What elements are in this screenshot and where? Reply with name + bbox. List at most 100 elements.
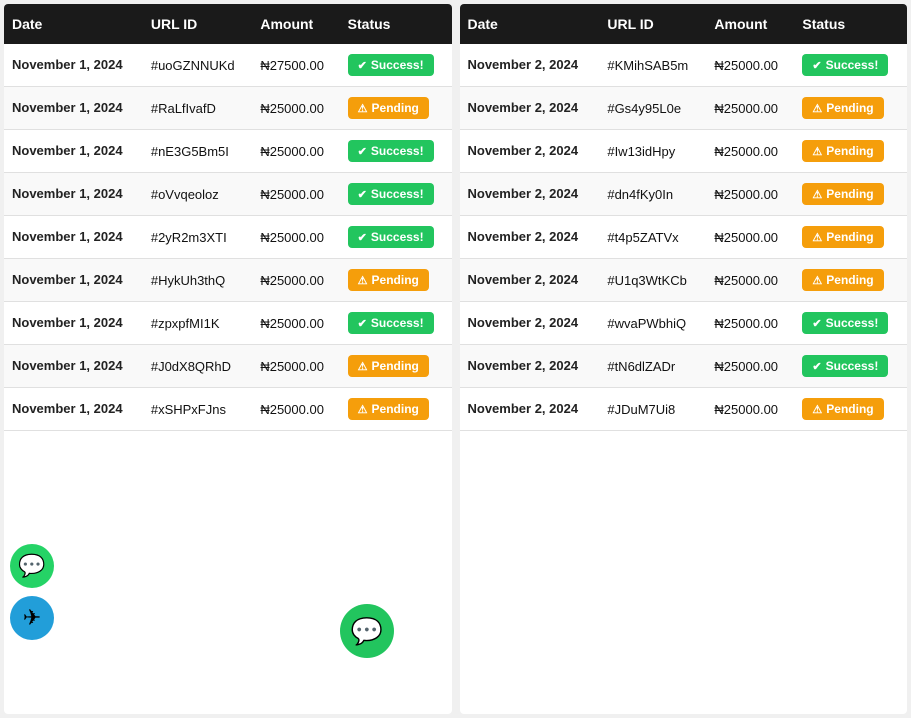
status-icon: ⚠: [358, 102, 368, 115]
date-cell: November 1, 2024: [4, 44, 143, 87]
status-icon: ⚠: [358, 274, 368, 287]
url-cell: #KMihSAB5m: [599, 44, 706, 87]
chat-icon: 💬: [351, 616, 383, 647]
status-badge: ✔ Success!: [802, 54, 888, 76]
left-header-date: Date: [4, 4, 143, 44]
status-badge: ⚠ Pending: [802, 97, 883, 119]
right-header-status: Status: [794, 4, 907, 44]
date-cell: November 1, 2024: [4, 173, 143, 216]
status-badge: ⚠ Pending: [348, 398, 429, 420]
table-row: November 1, 2024 #2yR2m3XTI ₦25000.00 ✔ …: [4, 216, 452, 259]
url-cell: #U1q3WtKCb: [599, 259, 706, 302]
amount-cell: ₦25000.00: [252, 302, 339, 345]
url-cell: #tN6dlZADr: [599, 345, 706, 388]
url-cell: #xSHPxFJns: [143, 388, 252, 431]
status-icon: ✔: [358, 317, 367, 330]
date-cell: November 2, 2024: [460, 44, 600, 87]
status-icon: ⚠: [812, 274, 822, 287]
table-row: November 2, 2024 #JDuM7Ui8 ₦25000.00 ⚠ P…: [460, 388, 908, 431]
date-cell: November 1, 2024: [4, 388, 143, 431]
status-cell: ⚠ Pending: [340, 345, 452, 388]
status-icon: ⚠: [812, 102, 822, 115]
status-icon: ⚠: [812, 231, 822, 244]
table-row: November 1, 2024 #zpxpfMI1K ₦25000.00 ✔ …: [4, 302, 452, 345]
left-header-status: Status: [340, 4, 452, 44]
status-badge: ✔ Success!: [348, 226, 434, 248]
status-icon: ✔: [812, 360, 821, 373]
status-icon: ⚠: [812, 188, 822, 201]
status-icon: ⚠: [812, 403, 822, 416]
date-cell: November 1, 2024: [4, 87, 143, 130]
table-row: November 1, 2024 #uoGZNNUKd ₦27500.00 ✔ …: [4, 44, 452, 87]
status-badge: ⚠ Pending: [348, 97, 429, 119]
table-row: November 1, 2024 #nE3G5Bm5I ₦25000.00 ✔ …: [4, 130, 452, 173]
amount-cell: ₦25000.00: [252, 259, 339, 302]
status-cell: ⚠ Pending: [794, 216, 907, 259]
right-header-urlid: URL ID: [599, 4, 706, 44]
whatsapp-icon: 💬: [18, 553, 45, 579]
url-cell: #2yR2m3XTI: [143, 216, 252, 259]
table-row: November 2, 2024 #dn4fKy0In ₦25000.00 ⚠ …: [460, 173, 908, 216]
status-cell: ⚠ Pending: [794, 130, 907, 173]
status-cell: ⚠ Pending: [794, 388, 907, 431]
chat-button[interactable]: 💬: [340, 604, 394, 658]
status-cell: ✔ Success!: [794, 302, 907, 345]
table-row: November 1, 2024 #HykUh3thQ ₦25000.00 ⚠ …: [4, 259, 452, 302]
url-cell: #t4p5ZATVx: [599, 216, 706, 259]
date-cell: November 1, 2024: [4, 130, 143, 173]
status-badge: ⚠ Pending: [348, 355, 429, 377]
table-row: November 2, 2024 #Iw13idHpy ₦25000.00 ⚠ …: [460, 130, 908, 173]
url-cell: #HykUh3thQ: [143, 259, 252, 302]
date-cell: November 2, 2024: [460, 87, 600, 130]
amount-cell: ₦25000.00: [706, 44, 794, 87]
status-icon: ⚠: [358, 360, 368, 373]
status-cell: ⚠ Pending: [340, 259, 452, 302]
amount-cell: ₦25000.00: [706, 173, 794, 216]
status-badge: ⚠ Pending: [802, 269, 883, 291]
date-cell: November 2, 2024: [460, 173, 600, 216]
status-icon: ✔: [358, 145, 367, 158]
status-icon: ✔: [358, 59, 367, 72]
amount-cell: ₦25000.00: [252, 345, 339, 388]
status-cell: ⚠ Pending: [794, 173, 907, 216]
left-table-container: Date URL ID Amount Status November 1, 20…: [4, 4, 452, 714]
url-cell: #Gs4y95L0e: [599, 87, 706, 130]
status-cell: ⚠ Pending: [340, 87, 452, 130]
status-cell: ✔ Success!: [794, 345, 907, 388]
table-row: November 2, 2024 #tN6dlZADr ₦25000.00 ✔ …: [460, 345, 908, 388]
date-cell: November 2, 2024: [460, 259, 600, 302]
date-cell: November 2, 2024: [460, 302, 600, 345]
amount-cell: ₦25000.00: [706, 388, 794, 431]
status-cell: ✔ Success!: [340, 216, 452, 259]
table-row: November 2, 2024 #wvaPWbhiQ ₦25000.00 ✔ …: [460, 302, 908, 345]
url-cell: #dn4fKy0In: [599, 173, 706, 216]
date-cell: November 1, 2024: [4, 259, 143, 302]
status-badge: ⚠ Pending: [802, 398, 883, 420]
status-badge: ⚠ Pending: [802, 140, 883, 162]
status-badge: ✔ Success!: [348, 312, 434, 334]
date-cell: November 1, 2024: [4, 345, 143, 388]
status-badge: ✔ Success!: [802, 312, 888, 334]
amount-cell: ₦25000.00: [252, 87, 339, 130]
status-badge: ⚠ Pending: [348, 269, 429, 291]
status-badge: ⚠ Pending: [802, 183, 883, 205]
url-cell: #wvaPWbhiQ: [599, 302, 706, 345]
status-cell: ✔ Success!: [794, 44, 907, 87]
amount-cell: ₦25000.00: [252, 216, 339, 259]
amount-cell: ₦27500.00: [252, 44, 339, 87]
status-badge: ✔ Success!: [348, 140, 434, 162]
status-icon: ✔: [358, 188, 367, 201]
whatsapp-button[interactable]: 💬: [10, 544, 54, 588]
table-row: November 1, 2024 #RaLfIvafD ₦25000.00 ⚠ …: [4, 87, 452, 130]
telegram-button[interactable]: ✈: [10, 596, 54, 640]
date-cell: November 1, 2024: [4, 216, 143, 259]
left-table: Date URL ID Amount Status November 1, 20…: [4, 4, 452, 431]
left-header-amount: Amount: [252, 4, 339, 44]
amount-cell: ₦25000.00: [252, 173, 339, 216]
status-cell: ✔ Success!: [340, 44, 452, 87]
status-badge: ✔ Success!: [348, 183, 434, 205]
url-cell: #Iw13idHpy: [599, 130, 706, 173]
table-row: November 2, 2024 #t4p5ZATVx ₦25000.00 ⚠ …: [460, 216, 908, 259]
date-cell: November 2, 2024: [460, 345, 600, 388]
amount-cell: ₦25000.00: [252, 130, 339, 173]
